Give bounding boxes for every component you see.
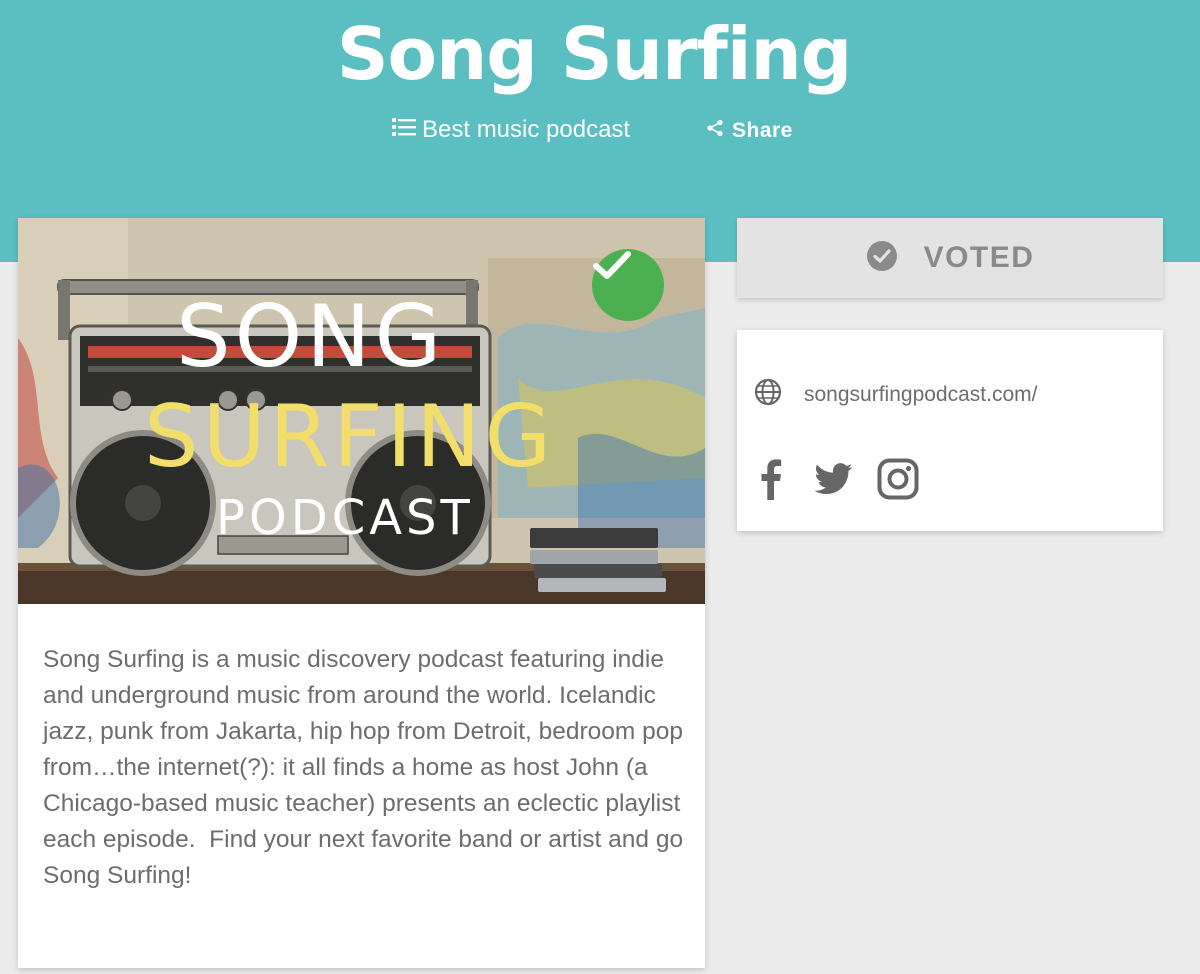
share-icon bbox=[706, 119, 724, 143]
category-label: Best music podcast bbox=[422, 116, 631, 143]
voted-check-badge bbox=[592, 249, 664, 321]
facebook-icon[interactable] bbox=[759, 458, 783, 500]
vote-button[interactable]: VOTED bbox=[737, 218, 1163, 298]
twitter-icon[interactable] bbox=[815, 462, 853, 496]
podcast-description: Song Surfing is a music discovery podcas… bbox=[43, 646, 690, 889]
page-title: Song Surfing bbox=[336, 12, 853, 96]
podcast-cover-image: SONG SURFING PODCAST bbox=[18, 218, 705, 604]
cover-title-line3: PODCAST bbox=[216, 490, 474, 546]
vote-label: VOTED bbox=[923, 241, 1035, 274]
globe-icon bbox=[754, 378, 782, 411]
podcast-card: SONG SURFING PODCAST Song Surfing is a m… bbox=[18, 218, 705, 968]
instagram-icon[interactable] bbox=[877, 458, 919, 500]
checkmark-icon bbox=[593, 251, 631, 279]
website-url: songsurfingpodcast.com/ bbox=[804, 382, 1038, 406]
share-button[interactable]: Share bbox=[706, 119, 793, 143]
share-label: Share bbox=[732, 119, 793, 142]
list-icon bbox=[392, 116, 416, 144]
meta-row: Best music podcast Share bbox=[0, 116, 1200, 148]
cover-title-line2: SURFING bbox=[144, 387, 555, 487]
check-circle-icon bbox=[866, 240, 898, 277]
cover-title-line1: SONG bbox=[176, 287, 445, 387]
links-card: songsurfingpodcast.com/ bbox=[737, 330, 1163, 531]
category-link[interactable]: Best music podcast bbox=[392, 116, 630, 144]
website-link[interactable]: songsurfingpodcast.com/ bbox=[754, 378, 1037, 411]
